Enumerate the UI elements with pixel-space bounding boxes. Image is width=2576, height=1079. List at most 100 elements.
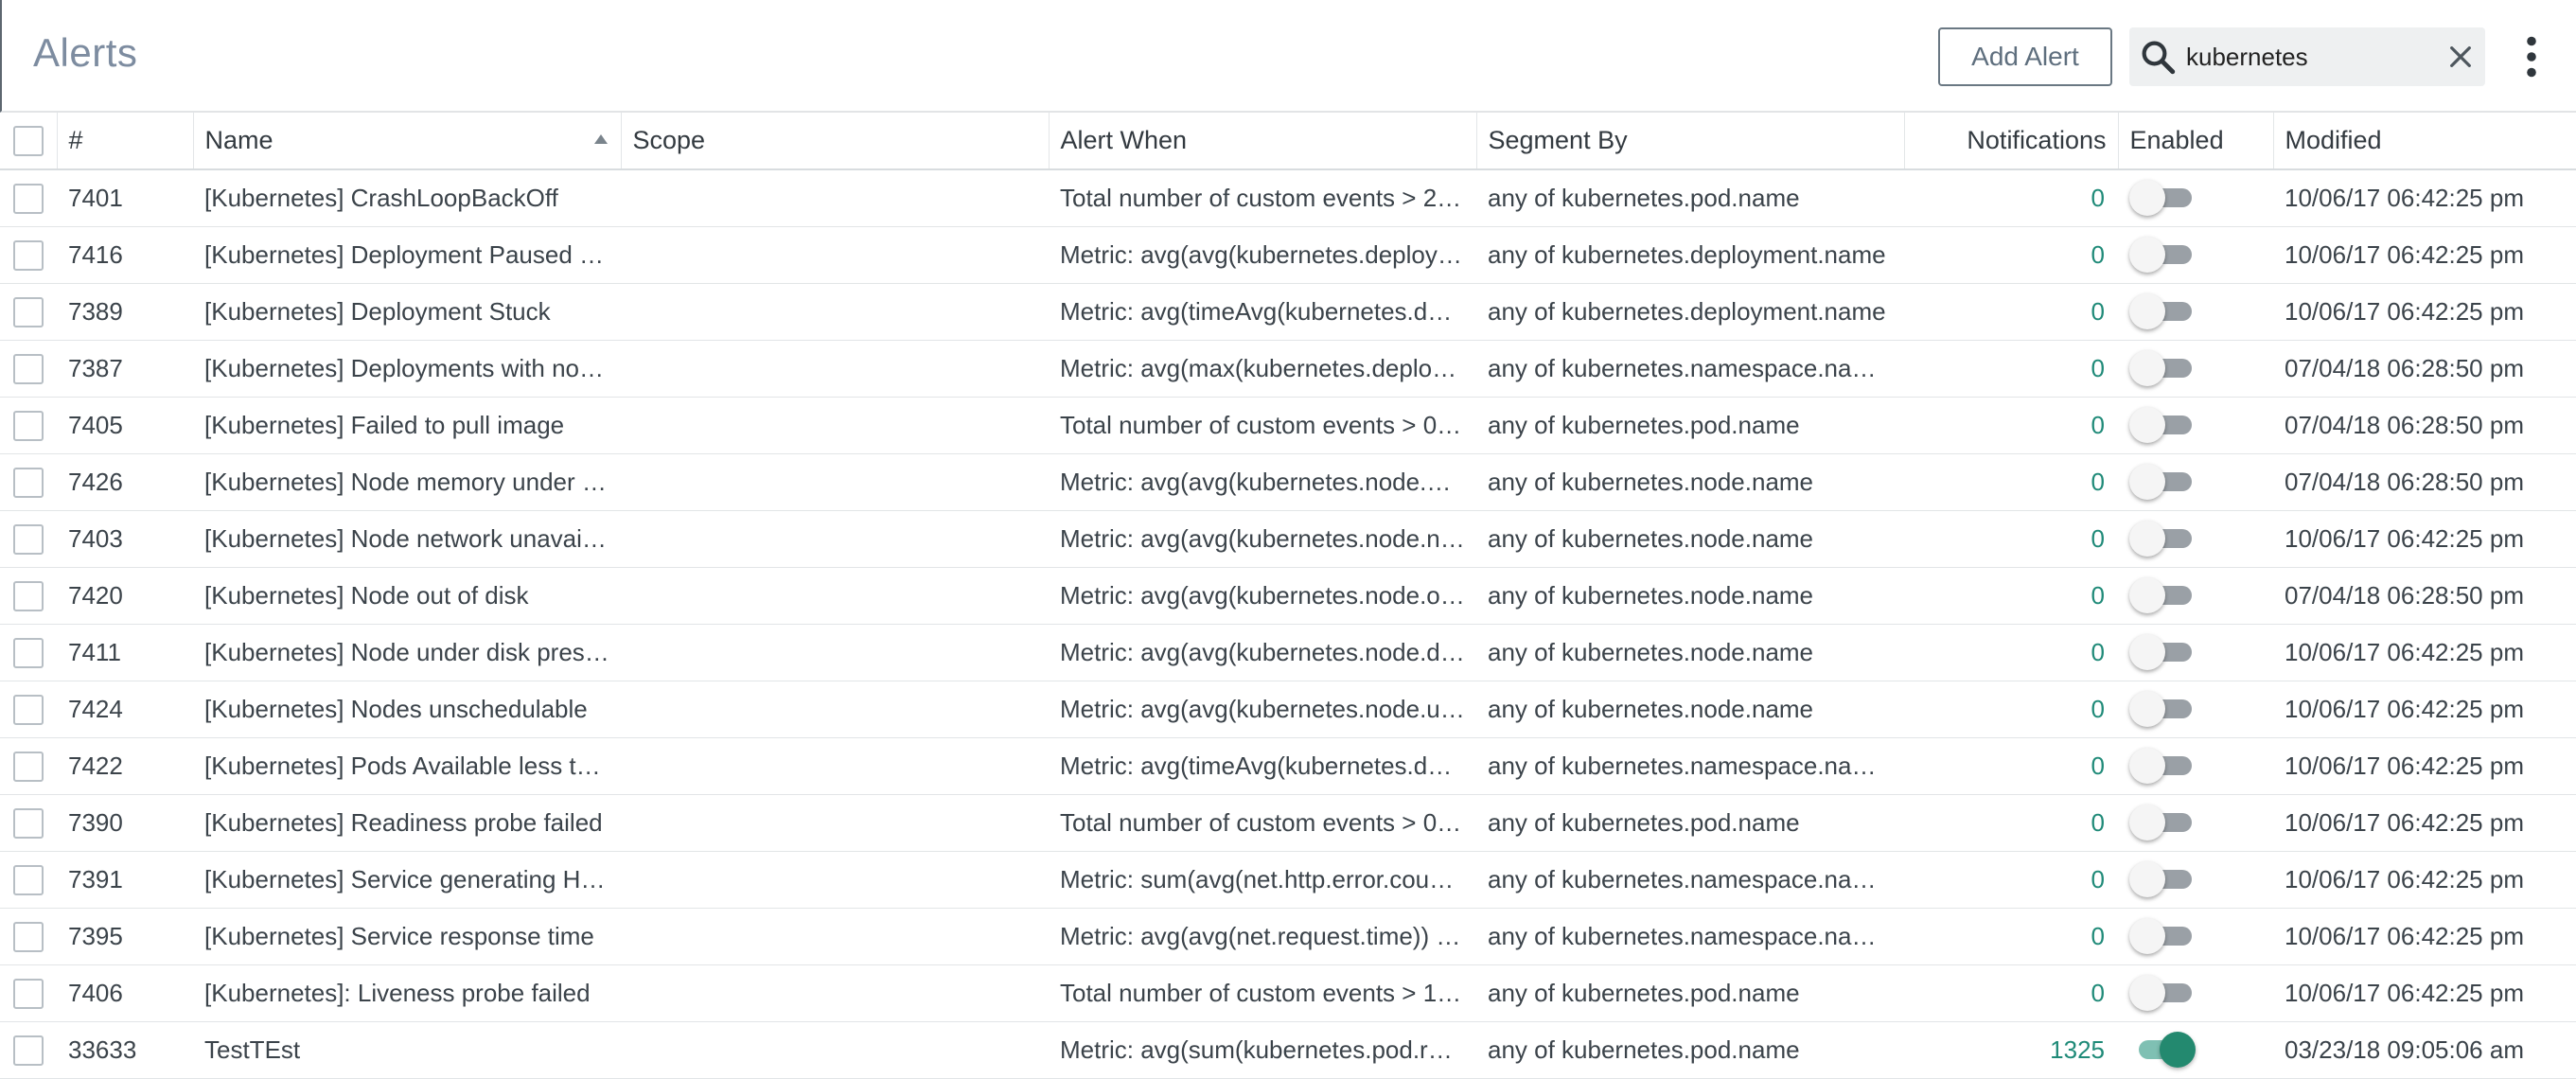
column-header-alert-when[interactable]: Alert When [1049, 113, 1477, 170]
alert-name[interactable]: [Kubernetes] Pods Available less tha… [193, 737, 621, 795]
column-header-notifications[interactable]: Notifications [1904, 113, 2119, 170]
enabled-toggle[interactable] [2129, 576, 2196, 614]
enabled-toggle[interactable] [2129, 747, 2196, 785]
enabled-toggle[interactable] [2129, 804, 2196, 841]
table-row[interactable]: 33633 TestTEst Metric: avg(sum(kubernetes.… [0, 1021, 2576, 1079]
alert-name[interactable]: [Kubernetes] Node memory under p… [193, 453, 621, 511]
notification-count[interactable]: 0 [1904, 226, 2118, 284]
table-row[interactable]: 7411 [Kubernetes] Node under disk press… M… [0, 624, 2576, 681]
enabled-toggle[interactable] [2129, 236, 2196, 274]
column-header-id[interactable]: # [57, 113, 194, 170]
row-checkbox[interactable] [13, 523, 44, 555]
enabled-toggle[interactable] [2129, 974, 2196, 1012]
row-checkbox[interactable] [13, 694, 44, 725]
alert-name[interactable]: [Kubernetes] Node under disk press… [193, 624, 621, 681]
alert-name[interactable]: [Kubernetes]: Liveness probe failed [193, 964, 621, 1022]
table-row[interactable]: 7406 [Kubernetes]: Liveness probe failed T… [0, 964, 2576, 1022]
column-header-enabled[interactable]: Enabled [2118, 113, 2274, 170]
enabled-toggle[interactable] [2129, 463, 2196, 501]
column-header-modified[interactable]: Modified [2273, 113, 2576, 170]
table-row[interactable]: 7405 [Kubernetes] Failed to pull image Tot… [0, 397, 2576, 454]
enabled-toggle[interactable] [2129, 520, 2196, 557]
alert-name[interactable]: [Kubernetes] Node out of disk [193, 567, 621, 625]
table-row[interactable]: 7403 [Kubernetes] Node network unavaila… M… [0, 510, 2576, 568]
notification-count[interactable]: 0 [1904, 624, 2118, 681]
row-checkbox[interactable] [13, 921, 44, 952]
row-checkbox[interactable] [13, 751, 44, 782]
enabled-toggle[interactable] [2129, 179, 2196, 217]
close-icon[interactable] [2445, 42, 2476, 72]
notification-count[interactable]: 1325 [1904, 1021, 2118, 1079]
row-checkbox[interactable] [13, 637, 44, 668]
column-header-segment-by[interactable]: Segment By [1476, 113, 1905, 170]
row-checkbox[interactable] [13, 296, 44, 327]
select-all-checkbox[interactable] [13, 125, 44, 156]
row-checkbox[interactable] [13, 239, 44, 271]
table-row[interactable]: 7389 [Kubernetes] Deployment Stuck Metric:… [0, 283, 2576, 341]
alert-segment-by: any of kubernetes.node.name [1476, 567, 1904, 625]
alert-name[interactable]: [Kubernetes] Nodes unschedulable [193, 681, 621, 738]
enabled-toggle[interactable] [2129, 917, 2196, 955]
toggle-knob [2129, 805, 2165, 840]
alert-name[interactable]: [Kubernetes] Deployments with no a… [193, 340, 621, 398]
notification-count[interactable]: 0 [1904, 851, 2118, 909]
add-alert-button[interactable]: Add Alert [1938, 27, 2112, 86]
notification-count[interactable]: 0 [1904, 510, 2118, 568]
enabled-toggle[interactable] [2129, 406, 2196, 444]
alert-name[interactable]: [Kubernetes] Deployment Paused fo… [193, 226, 621, 284]
notification-count[interactable]: 0 [1904, 453, 2118, 511]
row-checkbox[interactable] [13, 978, 44, 1009]
more-vertical-icon[interactable] [2517, 28, 2546, 85]
alert-name[interactable]: [Kubernetes] Failed to pull image [193, 397, 621, 454]
alert-name[interactable]: TestTEst [193, 1021, 621, 1079]
notification-count[interactable]: 0 [1904, 283, 2118, 341]
enabled-toggle[interactable] [2129, 633, 2196, 671]
alert-name[interactable]: [Kubernetes] Node network unavaila… [193, 510, 621, 568]
table-row[interactable]: 7387 [Kubernetes] Deployments with no a… M… [0, 340, 2576, 398]
notification-count[interactable]: 0 [1904, 794, 2118, 852]
enabled-toggle[interactable] [2129, 292, 2196, 330]
notification-count[interactable]: 0 [1904, 397, 2118, 454]
alert-name[interactable]: [Kubernetes] Readiness probe failed [193, 794, 621, 852]
row-checkbox[interactable] [13, 410, 44, 441]
column-header-scope[interactable]: Scope [621, 113, 1050, 170]
notification-count[interactable]: 0 [1904, 737, 2118, 795]
notification-count[interactable]: 0 [1904, 169, 2118, 227]
alert-id: 7424 [57, 681, 193, 738]
row-checkbox[interactable] [13, 1035, 44, 1066]
notification-count[interactable]: 0 [1904, 340, 2118, 398]
enabled-toggle[interactable] [2129, 860, 2196, 898]
row-checkbox[interactable] [13, 183, 44, 214]
enabled-toggle[interactable] [2129, 690, 2196, 728]
row-checkbox[interactable] [13, 353, 44, 384]
alert-name[interactable]: [Kubernetes] CrashLoopBackOff [193, 169, 621, 227]
table-row[interactable]: 7424 [Kubernetes] Nodes unschedulable Metr… [0, 681, 2576, 738]
row-checkbox[interactable] [13, 467, 44, 498]
table-row[interactable]: 7422 [Kubernetes] Pods Available less tha… [0, 737, 2576, 795]
table-row[interactable]: 7395 [Kubernetes] Service response time Me… [0, 908, 2576, 965]
table-row[interactable]: 7426 [Kubernetes] Node memory under p… Met… [0, 453, 2576, 511]
alert-name[interactable]: [Kubernetes] Service generating HT… [193, 851, 621, 909]
row-checkbox[interactable] [13, 580, 44, 611]
notification-count[interactable]: 0 [1904, 681, 2118, 738]
column-header-name[interactable]: Name [193, 113, 622, 170]
alert-scope [621, 681, 1049, 738]
alerts-table-container: # Name Scope Alert When Segment By Notif… [0, 113, 2576, 1079]
row-checkbox[interactable] [13, 864, 44, 895]
table-row[interactable]: 7391 [Kubernetes] Service generating HT… M… [0, 851, 2576, 909]
enabled-toggle[interactable] [2129, 349, 2196, 387]
table-row[interactable]: 7401 [Kubernetes] CrashLoopBackOff Total n… [0, 169, 2576, 227]
alert-name[interactable]: [Kubernetes] Deployment Stuck [193, 283, 621, 341]
search-input[interactable] [2186, 37, 2423, 77]
notification-count[interactable]: 0 [1904, 567, 2118, 625]
alert-id: 7406 [57, 964, 193, 1022]
row-checkbox[interactable] [13, 807, 44, 839]
notification-count[interactable]: 0 [1904, 908, 2118, 965]
notification-count[interactable]: 0 [1904, 964, 2118, 1022]
table-row[interactable]: 7390 [Kubernetes] Readiness probe failed T… [0, 794, 2576, 852]
table-row[interactable]: 7420 [Kubernetes] Node out of disk Metric:… [0, 567, 2576, 625]
alert-scope [621, 851, 1049, 909]
table-row[interactable]: 7416 [Kubernetes] Deployment Paused fo… Me… [0, 226, 2576, 284]
alert-name[interactable]: [Kubernetes] Service response time [193, 908, 621, 965]
enabled-toggle[interactable] [2129, 1031, 2196, 1069]
